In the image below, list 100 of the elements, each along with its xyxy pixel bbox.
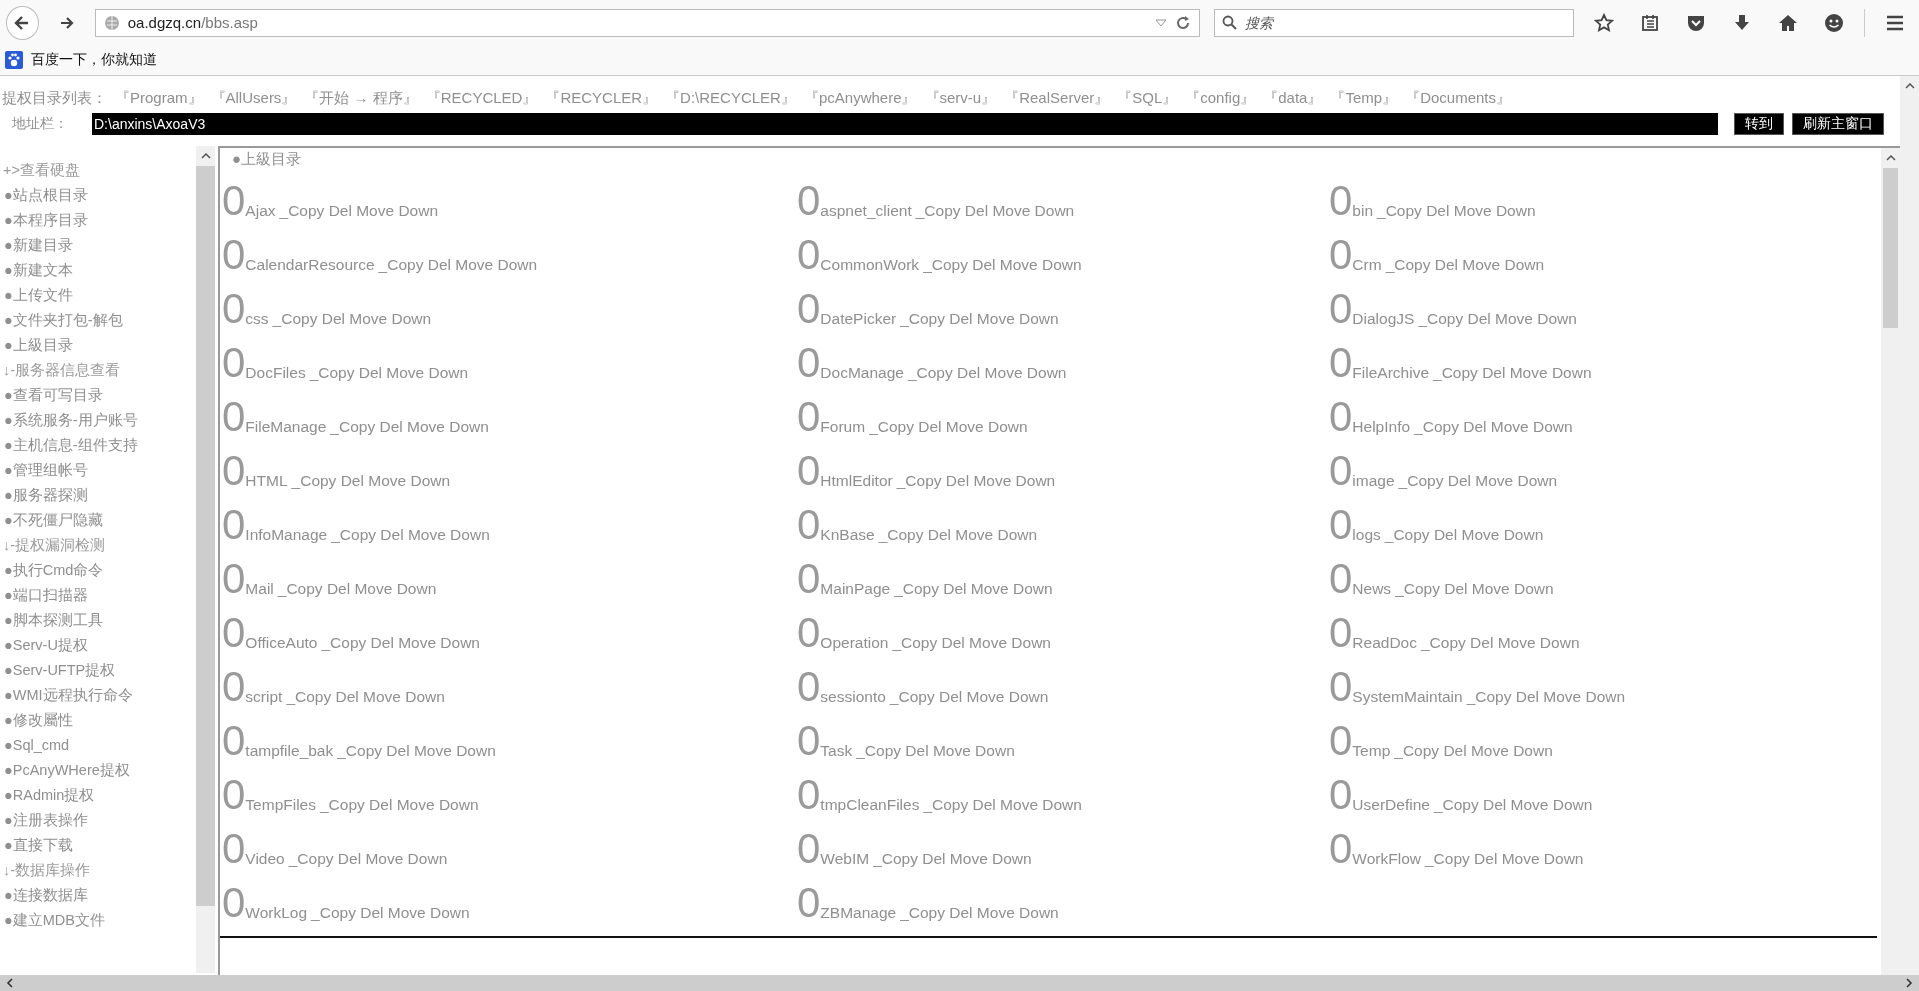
folder-link[interactable]: DocFiles [245, 362, 306, 384]
folder-actions[interactable]: _Copy Del Move Down [286, 686, 445, 708]
folder-actions[interactable]: _Copy Del Move Down [309, 362, 469, 384]
sidebar-link[interactable]: ●Serv-UFTP提权 [0, 658, 196, 683]
folder-link[interactable]: Task [820, 740, 853, 762]
sidebar-link[interactable]: ●执行Cmd命令 [0, 558, 196, 583]
sidebar-link[interactable]: ●文件夹打包-解包 [0, 308, 196, 333]
folder-link[interactable]: DialogJS [1352, 308, 1415, 330]
path-link[interactable]: 『Temp』 [1330, 88, 1398, 108]
bookmark-link[interactable]: 百度一下，你就知道 [31, 51, 157, 69]
folder-actions[interactable]: _Copy Del Move Down [1414, 416, 1573, 438]
path-link[interactable]: 『AllUsers』 [210, 88, 297, 108]
folder-link[interactable]: HtmlEditor [820, 470, 893, 492]
folder-link[interactable]: WorkLog [245, 902, 308, 924]
folder-actions[interactable]: _Copy Del Move Down [892, 632, 1051, 654]
sidebar-link[interactable]: ●系统服务-用户账号 [0, 408, 196, 433]
path-link[interactable]: 『RECYCLER』 [545, 88, 658, 108]
sidebar-link[interactable]: ●WMI远程执行命令 [0, 683, 196, 708]
search-field[interactable]: 搜索 [1214, 8, 1575, 37]
folder-link[interactable]: ZBManage [820, 902, 897, 924]
folder-actions[interactable]: _Copy Del Move Down [856, 740, 1015, 762]
folder-link[interactable]: TempFiles [245, 794, 316, 816]
folder-actions[interactable]: _Copy Del Move Down [907, 362, 1067, 384]
folder-link[interactable]: CalendarResource [245, 254, 375, 276]
folder-link[interactable]: bin [1352, 200, 1374, 222]
folder-actions[interactable]: _Copy Del Move Down [923, 794, 1082, 816]
folder-actions[interactable]: _Copy Del Move Down [1394, 740, 1553, 762]
folder-link[interactable]: InfoManage [245, 524, 328, 546]
folder-actions[interactable]: _Copy Del Move Down [1385, 254, 1545, 276]
sidebar-link[interactable]: ●上传文件 [0, 283, 196, 308]
folder-link[interactable]: KnBase [820, 524, 875, 546]
folder-actions[interactable]: _Copy Del Move Down [1433, 794, 1593, 816]
sidebar-link[interactable]: ●上級目录 [0, 333, 196, 358]
folder-link[interactable]: image [1352, 470, 1395, 492]
sidebar-link[interactable]: ●脚本探测工具 [0, 608, 196, 633]
sidebar-link[interactable]: ●服务器探测 [0, 483, 196, 508]
folder-link[interactable]: ReadDoc [1352, 632, 1417, 654]
folder-actions[interactable]: _Copy Del Move Down [869, 416, 1028, 438]
url-field[interactable]: oa.dgzq.cn/bbs.asp [94, 8, 1201, 37]
folder-link[interactable]: Mail [245, 578, 274, 600]
folder-actions[interactable]: _Copy Del Move Down [1398, 470, 1558, 492]
folder-link[interactable]: HelpInfo [1352, 416, 1411, 438]
sidebar-link[interactable]: ●PcAnyWHere提权 [0, 758, 196, 783]
folder-link[interactable]: Crm [1352, 254, 1382, 276]
sidebar-link[interactable]: ●主机信息-组件支持 [0, 433, 196, 458]
folder-actions[interactable]: _Copy Del Move Down [330, 416, 489, 438]
sidebar-link[interactable]: ●本程序目录 [0, 208, 196, 233]
folder-link[interactable]: OfficeAuto [245, 632, 318, 654]
sidebar-link[interactable]: ●注册表操作 [0, 808, 196, 833]
path-link[interactable]: 『data』 [1263, 88, 1323, 108]
sidebar-link[interactable]: ●修改屬性 [0, 708, 196, 733]
path-link[interactable]: 『RealServer』 [1004, 88, 1110, 108]
horizontal-scrollbar[interactable] [0, 975, 1919, 991]
folder-link[interactable]: tmpCleanFiles [820, 794, 920, 816]
back-button[interactable] [6, 5, 39, 40]
folder-link[interactable]: MainPage [820, 578, 891, 600]
sidebar-link[interactable]: ●连接数据库 [0, 883, 196, 908]
folder-actions[interactable]: _Copy Del Move Down [915, 200, 1075, 222]
star-icon[interactable] [1594, 12, 1615, 33]
scroll-left-icon[interactable] [6, 978, 14, 988]
folder-actions[interactable]: _Copy Del Move Down [1424, 848, 1584, 870]
folder-link[interactable]: Ajax [245, 200, 276, 222]
path-link[interactable]: 『开始 → 程序』 [304, 88, 418, 108]
folder-actions[interactable]: _Copy Del Move Down [900, 902, 1059, 924]
folder-link[interactable]: script [245, 686, 283, 708]
folder-actions[interactable]: _Copy Del Move Down [923, 254, 1082, 276]
folder-link[interactable]: css [245, 308, 269, 330]
parent-directory-link[interactable]: ●上級目录 [220, 148, 1881, 170]
path-link[interactable]: 『SQL』 [1117, 88, 1178, 108]
folder-link[interactable]: WorkFlow [1352, 848, 1421, 870]
path-link[interactable]: 『Program』 [115, 88, 203, 108]
folder-actions[interactable]: _Copy Del Move Down [1418, 308, 1577, 330]
folder-link[interactable]: FileManage [245, 416, 327, 438]
folder-link[interactable]: tampfile_bak [245, 740, 334, 762]
page-scrollbar[interactable] [1900, 76, 1919, 975]
folder-actions[interactable]: _Copy Del Move Down [378, 254, 538, 276]
smiley-icon[interactable] [1824, 12, 1845, 33]
folder-actions[interactable]: _Copy Del Move Down [272, 308, 432, 330]
refresh-button[interactable]: 刷新主窗口 [1792, 113, 1884, 135]
folder-actions[interactable]: _Copy Del Move Down [900, 308, 1059, 330]
folder-link[interactable]: SystemMaintain [1352, 686, 1463, 708]
go-button[interactable]: 转到 [1734, 113, 1784, 135]
sidebar-link[interactable]: ●Serv-U提权 [0, 633, 196, 658]
folder-actions[interactable]: _Copy Del Move Down [331, 524, 490, 546]
path-link[interactable]: 『Documents』 [1405, 88, 1512, 108]
sidebar-link[interactable]: ●直接下载 [0, 833, 196, 858]
folder-link[interactable]: HTML [245, 470, 288, 492]
folder-link[interactable]: DocManage [820, 362, 904, 384]
folder-link[interactable]: FileArchive [1352, 362, 1430, 384]
scroll-right-icon[interactable] [1905, 978, 1913, 988]
folder-actions[interactable]: _Copy Del Move Down [291, 470, 451, 492]
folder-actions[interactable]: _Copy Del Move Down [320, 794, 479, 816]
reading-list-icon[interactable] [1640, 12, 1661, 33]
forward-arrow-icon[interactable] [58, 14, 75, 31]
folder-actions[interactable]: _Copy Del Move Down [896, 470, 1056, 492]
folder-actions[interactable]: _Copy Del Move Down [873, 848, 1032, 870]
folder-actions[interactable]: _Copy Del Move Down [311, 902, 470, 924]
folder-link[interactable]: Video [245, 848, 285, 870]
sidebar-link[interactable]: ●站点根目录 [0, 183, 196, 208]
folder-actions[interactable]: _Copy Del Move Down [279, 200, 439, 222]
